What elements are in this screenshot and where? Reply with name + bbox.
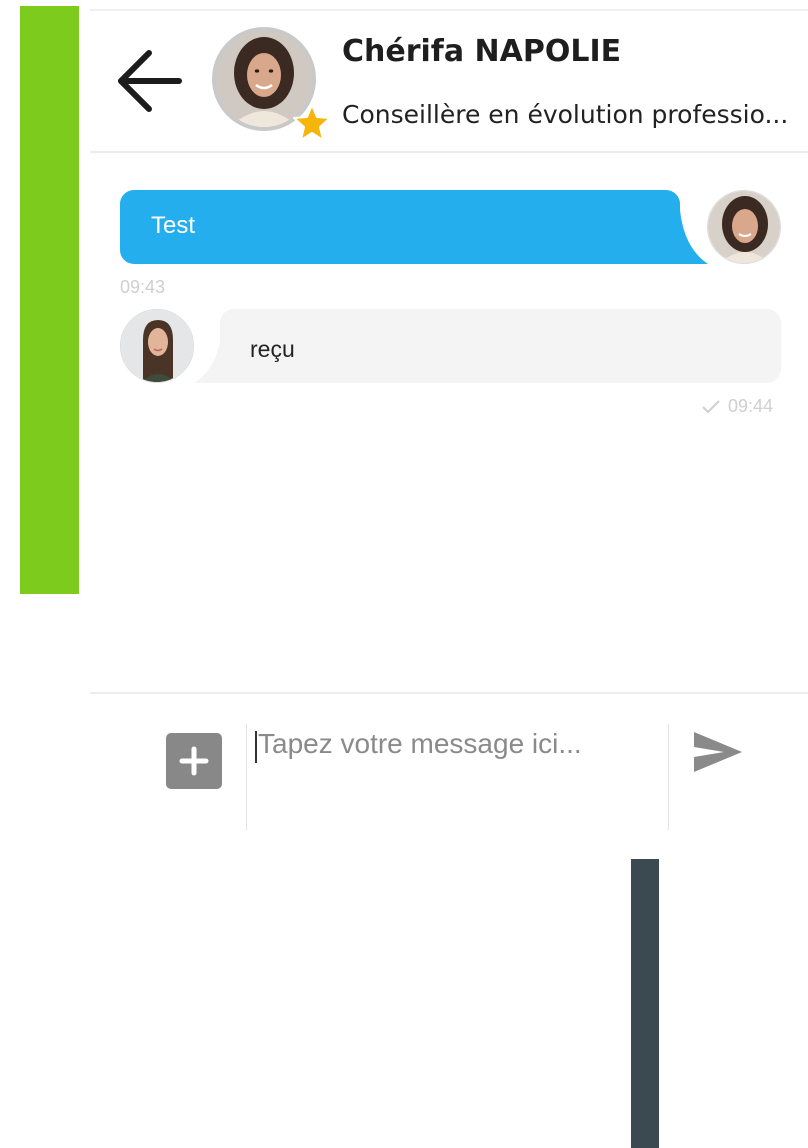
composer-separator xyxy=(668,724,669,830)
send-icon xyxy=(694,732,742,772)
message-timestamp: 09:44 xyxy=(728,396,774,416)
dark-side-strip xyxy=(631,859,659,1148)
composer-divider xyxy=(90,692,808,694)
header-divider xyxy=(90,151,808,153)
composer-separator xyxy=(246,724,247,830)
top-divider xyxy=(90,9,808,11)
plus-icon xyxy=(179,746,209,776)
outgoing-message-text: Test xyxy=(151,212,196,239)
check-icon xyxy=(702,400,720,414)
message-input[interactable] xyxy=(254,724,663,828)
sidebar-accent-bar xyxy=(20,6,79,594)
recipient-avatar[interactable] xyxy=(120,309,194,383)
outgoing-bubble-tail xyxy=(676,210,708,264)
send-button[interactable] xyxy=(690,728,746,776)
arrow-left-icon xyxy=(118,50,182,112)
message-timestamp: 09:43 xyxy=(120,277,166,297)
sender-avatar[interactable] xyxy=(707,190,781,264)
incoming-message-bubble xyxy=(220,309,781,383)
back-button[interactable] xyxy=(113,45,185,117)
star-icon xyxy=(293,104,331,141)
contact-name: Chérifa NAPOLIE xyxy=(342,34,622,69)
incoming-message-text: reçu xyxy=(250,336,295,362)
add-attachment-button[interactable] xyxy=(166,733,222,789)
message-receipt: 09:44 xyxy=(702,396,773,417)
outgoing-message-bubble xyxy=(120,190,680,264)
text-caret xyxy=(255,731,257,763)
contact-avatar-wrapper[interactable] xyxy=(212,27,331,141)
contact-subtitle: Conseillère en évolution professio... xyxy=(342,100,789,129)
